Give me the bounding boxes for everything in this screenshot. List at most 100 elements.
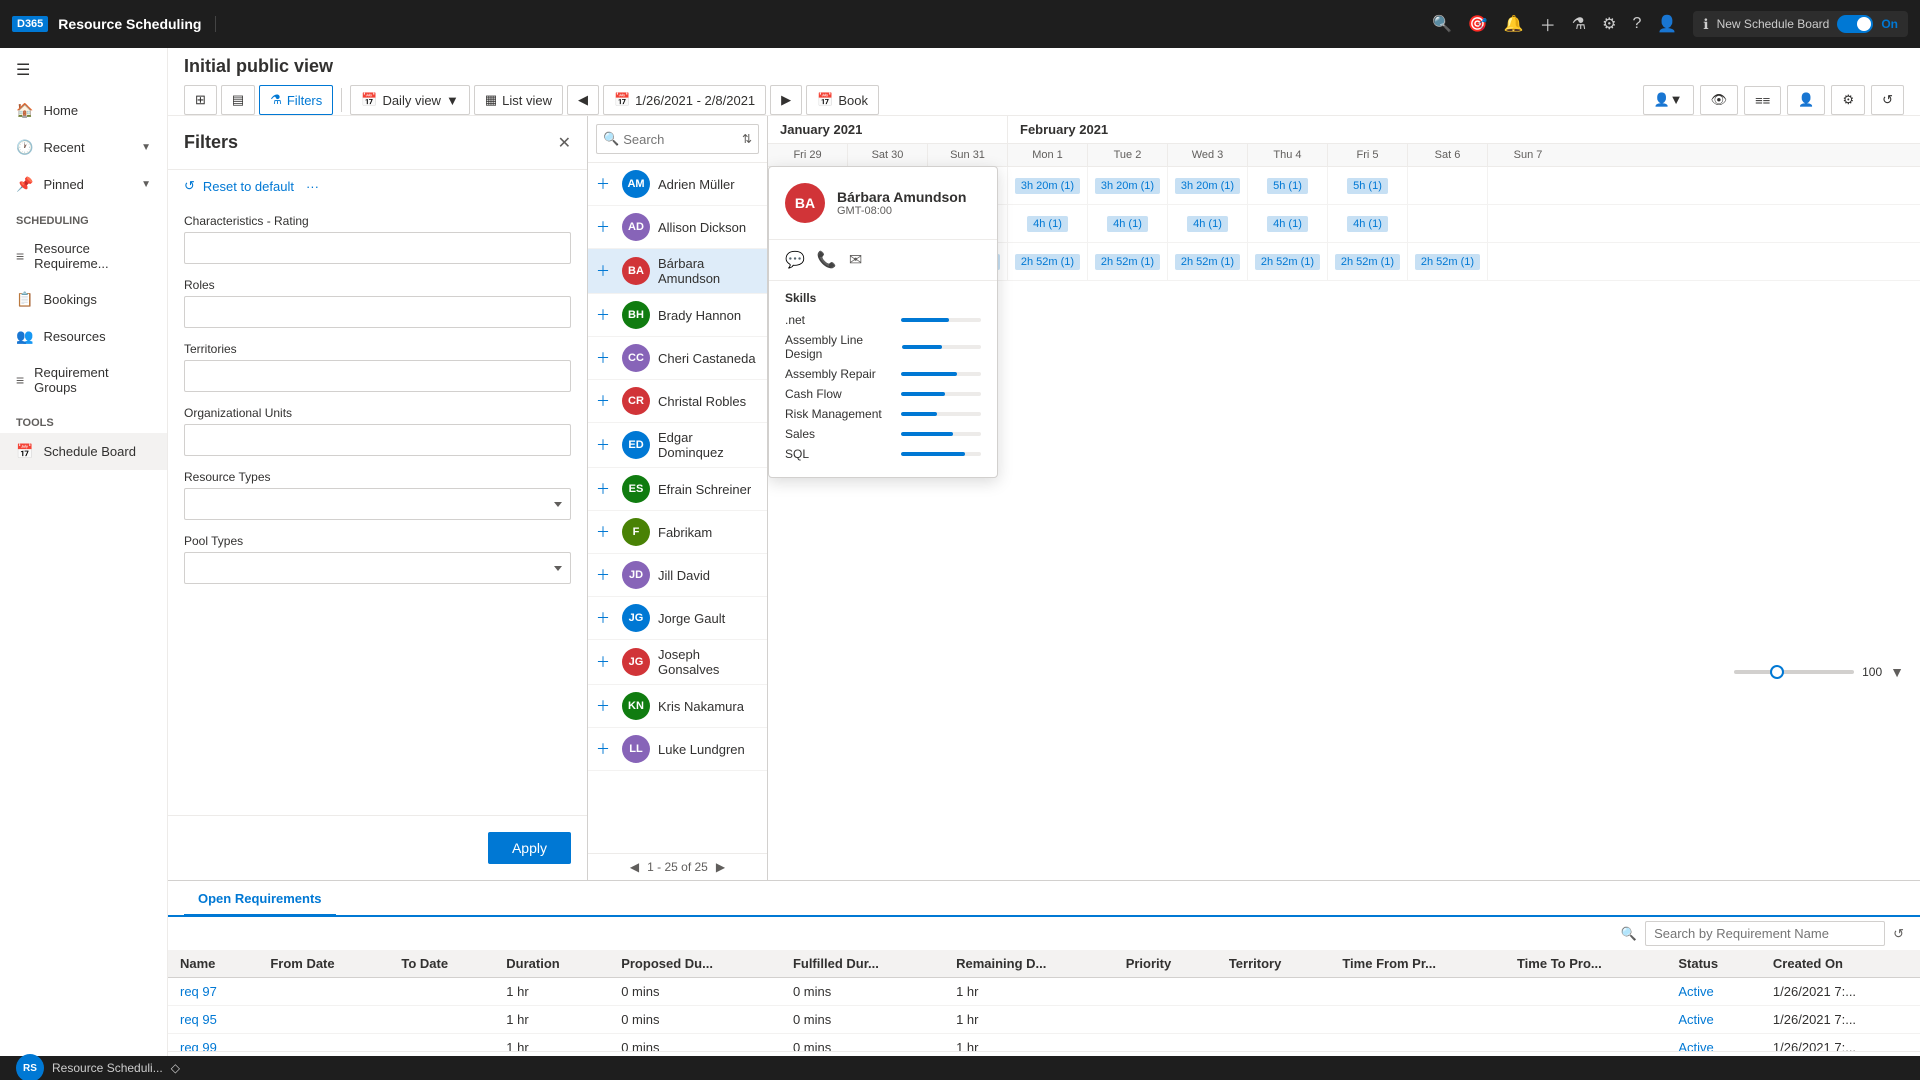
resource-item[interactable]: ＋ AM Adrien Müller — [588, 163, 767, 206]
avatar: KN — [622, 692, 650, 720]
resource-item[interactable]: ＋ F Fabrikam — [588, 511, 767, 554]
filter-territories-input[interactable] — [184, 360, 571, 392]
sidebar-item-requirement-groups[interactable]: ≡ Requirement Groups — [0, 355, 167, 405]
book-button[interactable]: 📅 Book — [806, 85, 879, 115]
toggle-switch[interactable] — [1837, 15, 1873, 33]
filter-characteristics-input[interactable] — [184, 232, 571, 264]
new-schedule-toggle[interactable]: ℹ New Schedule Board On — [1693, 11, 1908, 37]
target-icon[interactable]: 🎯 — [1468, 14, 1488, 34]
plus-icon[interactable]: ＋ — [1540, 12, 1556, 36]
resource-item[interactable]: ＋ JG Jorge Gault — [588, 597, 767, 640]
slider-row: 100 ▼ — [1734, 664, 1904, 680]
req-97-status[interactable]: Active — [1678, 984, 1713, 999]
skill-risk-management: Risk Management — [785, 407, 981, 421]
gantt-block: 2h 52m (1) — [1175, 254, 1240, 270]
expand-button[interactable]: ▼ — [1890, 664, 1904, 680]
prev-page-icon[interactable]: ◀ — [630, 860, 639, 874]
sort-icon[interactable]: ⇅ — [742, 132, 752, 146]
sidebar-item-resources[interactable]: 👥 Resources — [0, 318, 167, 355]
sidebar-item-resource-requirements[interactable]: ≡ Resource Requireme... — [0, 231, 167, 281]
list-view-icon-button[interactable]: ▤ — [221, 85, 255, 115]
gantt-cell: 2h 52m (1) — [1168, 243, 1248, 280]
hamburger-menu[interactable]: ☰ — [0, 48, 167, 92]
search-icon[interactable]: 🔍 — [1432, 14, 1452, 34]
refresh-icon-bottom[interactable]: ↺ — [1893, 926, 1904, 942]
skill-fill — [902, 345, 941, 349]
skill-bar — [901, 432, 981, 436]
req-97-link[interactable]: req 97 — [180, 984, 217, 999]
resource-icon-btn[interactable]: 👤▼ — [1643, 85, 1694, 115]
settings-icon[interactable]: ⚙ — [1602, 14, 1616, 34]
sidebar-item-home[interactable]: 🏠 Home — [0, 92, 167, 129]
requirement-search-input[interactable] — [1645, 921, 1885, 946]
sidebar-item-bookings[interactable]: 📋 Bookings — [0, 281, 167, 318]
avatar: CR — [622, 387, 650, 415]
status-bar-label: Resource Scheduli... — [52, 1061, 163, 1075]
slider-thumb[interactable] — [1770, 665, 1784, 679]
gantt-cell — [1488, 167, 1568, 204]
requirements-table-container: Name From Date To Date Duration Proposed… — [168, 950, 1920, 1051]
req-99-status[interactable]: Active — [1678, 1040, 1713, 1051]
resource-search-container: 🔍 ⇅ ＋ AM Adrien Müller ＋ AD Allison Dick — [588, 116, 768, 880]
sidebar-bookings-label: Bookings — [43, 292, 96, 307]
prev-date-button[interactable]: ◀ — [567, 85, 599, 115]
list-view-button[interactable]: ▦ List view — [474, 85, 563, 115]
tab-open-requirements[interactable]: Open Requirements — [184, 883, 336, 916]
daily-view-button[interactable]: 📅 Daily view ▼ — [350, 85, 470, 115]
toolbar: ⊞ ▤ ⚗ Filters 📅 Daily view ▼ ▦ List view… — [184, 85, 1904, 115]
resource-name: Fabrikam — [658, 525, 712, 540]
filter-resource-types-select[interactable] — [184, 488, 571, 520]
phone-icon[interactable]: 📞 — [817, 250, 837, 270]
zoom-slider[interactable] — [1734, 670, 1854, 674]
apply-button[interactable]: Apply — [488, 832, 571, 864]
resource-item[interactable]: ＋ CR Christal Robles — [588, 380, 767, 423]
resource-name: Kris Nakamura — [658, 699, 744, 714]
resource-item[interactable]: ＋ KN Kris Nakamura — [588, 685, 767, 728]
skill-fill — [901, 432, 953, 436]
resource-item-barbara[interactable]: ＋ BA Bárbara Amundson — [588, 249, 767, 294]
req-95-status[interactable]: Active — [1678, 1012, 1713, 1027]
req-95-link[interactable]: req 95 — [180, 1012, 217, 1027]
sidebar-req-label: Resource Requireme... — [34, 241, 151, 271]
filter-pool-types: Pool Types — [184, 534, 571, 584]
resource-item[interactable]: ＋ CC Cheri Castaneda — [588, 337, 767, 380]
resource-item[interactable]: ＋ JD Jill David — [588, 554, 767, 597]
filter-icon[interactable]: ⚗ — [1572, 14, 1586, 34]
filter-org-units-input[interactable] — [184, 424, 571, 456]
chat-icon[interactable]: 💬 — [785, 250, 805, 270]
resource-item[interactable]: ＋ BH Brady Hannon — [588, 294, 767, 337]
filters-button[interactable]: ⚗ Filters — [259, 85, 333, 115]
skill-cash-flow: Cash Flow — [785, 387, 981, 401]
resource-item[interactable]: ＋ AD Allison Dickson — [588, 206, 767, 249]
filters-reset-row[interactable]: ↺ Reset to default ··· — [168, 170, 587, 202]
req-priority — [1114, 1034, 1217, 1052]
filter-roles-input[interactable] — [184, 296, 571, 328]
req-99-link[interactable]: req 99 — [180, 1040, 217, 1051]
refresh-icon-btn[interactable]: ↺ — [1871, 85, 1904, 115]
sidebar-item-schedule-board[interactable]: 📅 Schedule Board — [0, 433, 167, 470]
user-icon[interactable]: 👤 — [1657, 14, 1677, 34]
bell-icon[interactable]: 🔔 — [1504, 14, 1524, 34]
resource-item[interactable]: ＋ ED Edgar Dominquez — [588, 423, 767, 468]
resource-search-input[interactable] — [623, 125, 738, 153]
gantt-cell: 4h (1) — [1008, 205, 1088, 242]
resource-item[interactable]: ＋ ES Efrain Schreiner — [588, 468, 767, 511]
filter-pool-types-select[interactable] — [184, 552, 571, 584]
email-icon[interactable]: ✉ — [849, 250, 862, 270]
date-range-button[interactable]: 📅 1/26/2021 - 2/8/2021 — [603, 85, 766, 115]
columns-icon-btn[interactable]: ≡≡ — [1744, 86, 1781, 115]
map-icon-btn[interactable]: 👤 — [1787, 85, 1825, 115]
resource-item[interactable]: ＋ LL Luke Lundgren — [588, 728, 767, 771]
brand-logo[interactable]: D365 Resource Scheduling — [12, 16, 216, 32]
add-icon: ＋ — [596, 261, 610, 281]
next-date-button[interactable]: ▶ — [770, 85, 802, 115]
eye-icon-btn[interactable]: 👁 — [1700, 85, 1739, 115]
filters-close-button[interactable]: ✕ — [558, 133, 571, 153]
next-page-icon[interactable]: ▶ — [716, 860, 725, 874]
help-icon[interactable]: ? — [1632, 15, 1641, 33]
resource-item[interactable]: ＋ JG Joseph Gonsalves — [588, 640, 767, 685]
sidebar-item-recent[interactable]: 🕐 Recent ▼ — [0, 129, 167, 166]
gear-icon-btn[interactable]: ⚙ — [1831, 85, 1865, 115]
grid-view-button[interactable]: ⊞ — [184, 85, 217, 115]
sidebar-item-pinned[interactable]: 📌 Pinned ▼ — [0, 166, 167, 203]
